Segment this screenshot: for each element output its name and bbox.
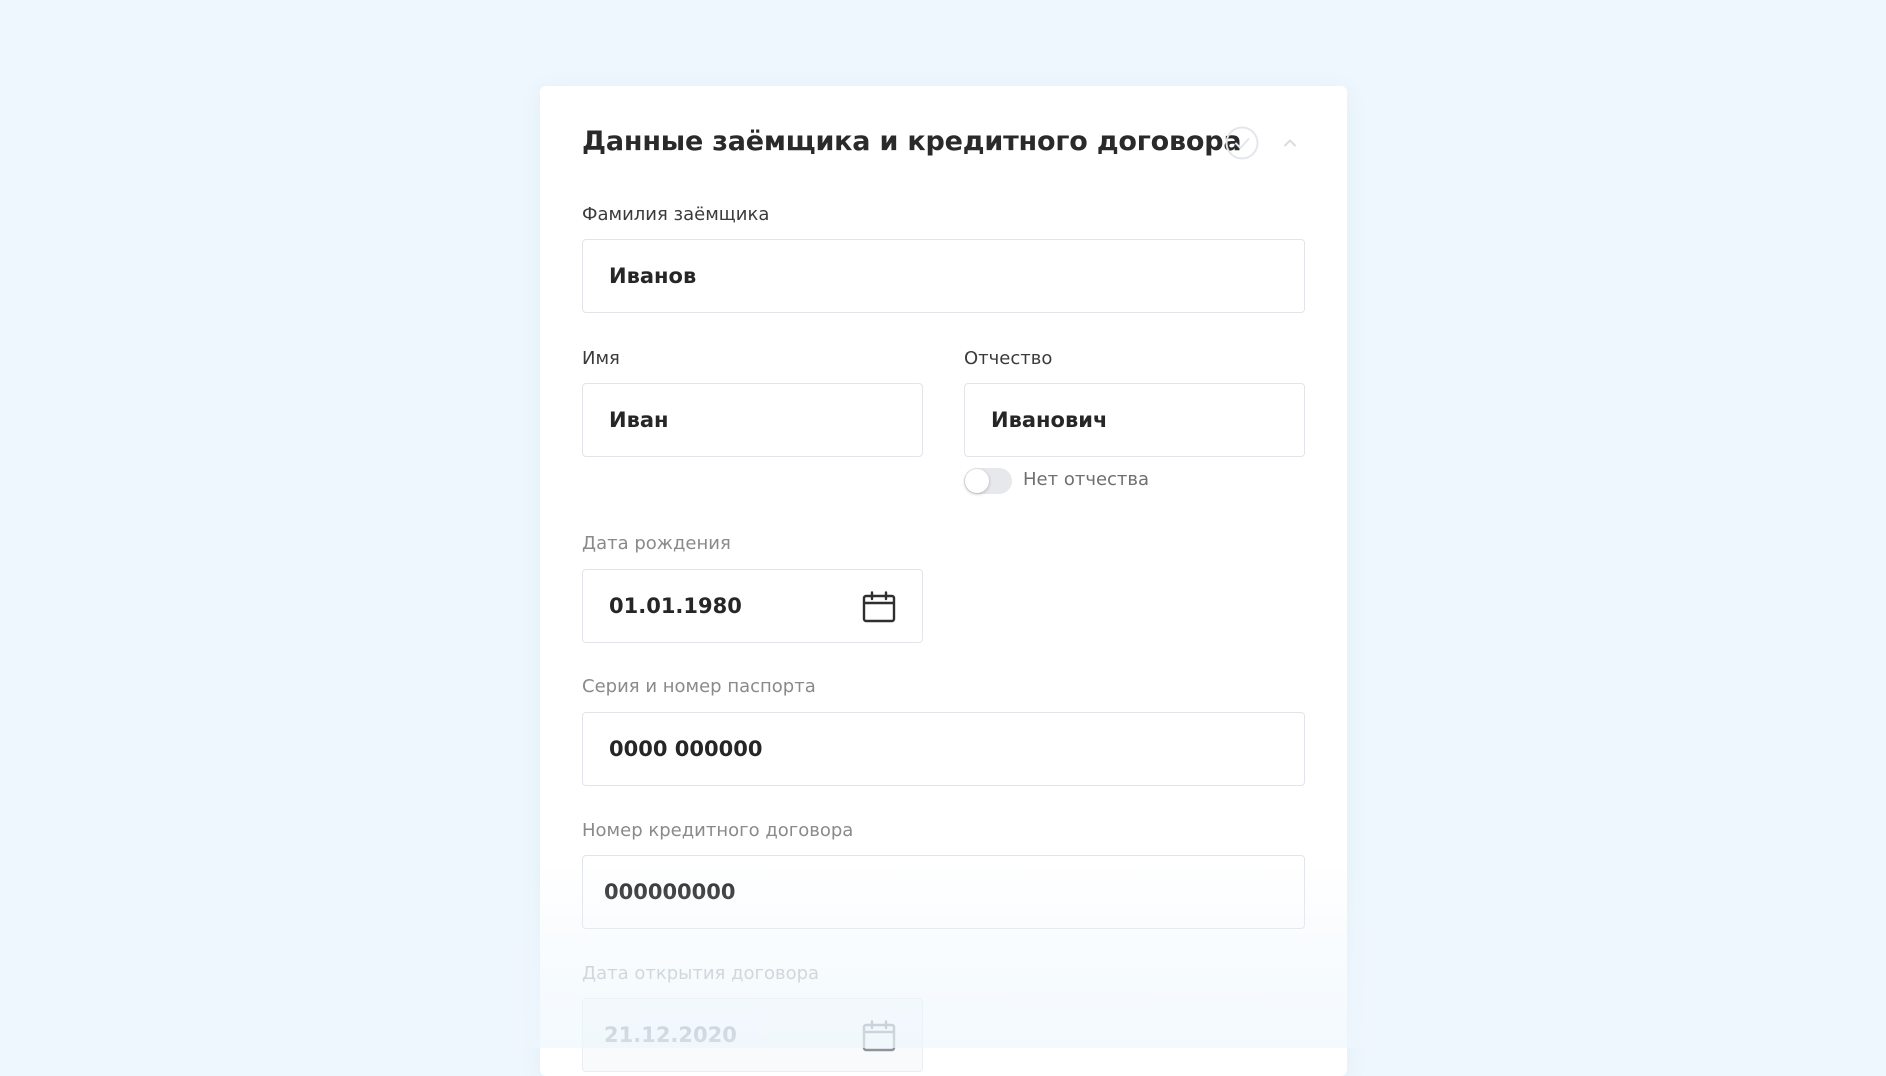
passport-label: Серия и номер паспорта xyxy=(582,676,816,697)
patronymic-label: Отчество xyxy=(964,348,1053,369)
toggle-knob xyxy=(965,469,989,493)
calendar-icon[interactable] xyxy=(862,1020,896,1052)
chevron-up-icon[interactable] xyxy=(1281,134,1299,152)
contract-number-label: Номер кредитного договора xyxy=(582,820,854,841)
surname-input[interactable]: Иванов xyxy=(582,239,1305,313)
surname-label: Фамилия заёмщика xyxy=(582,204,770,225)
form-title: Данные заёмщика и кредитного договора xyxy=(582,126,1242,157)
contract-open-date-input[interactable]: 21.12.2020 xyxy=(582,998,923,1072)
first-name-input[interactable]: Иван xyxy=(582,383,923,457)
contract-number-value: 000000000 xyxy=(604,880,736,904)
birth-date-input[interactable]: 01.01.1980 xyxy=(582,569,923,643)
patronymic-input[interactable]: Иванович xyxy=(964,383,1305,457)
birth-date-label: Дата рождения xyxy=(582,533,731,554)
passport-value: 0000 000000 xyxy=(609,737,763,761)
first-name-value: Иван xyxy=(609,408,669,432)
calendar-icon[interactable] xyxy=(862,591,896,623)
surname-value: Иванов xyxy=(609,264,697,288)
first-name-label: Имя xyxy=(582,348,620,369)
borrower-form-card: Данные заёмщика и кредитного договора Фа… xyxy=(540,86,1347,1076)
no-patronymic-toggle[interactable] xyxy=(964,468,1012,494)
check-circle-icon[interactable] xyxy=(1225,126,1259,160)
birth-date-value: 01.01.1980 xyxy=(609,594,742,618)
patronymic-value: Иванович xyxy=(991,408,1108,432)
no-patronymic-label: Нет отчества xyxy=(1023,469,1150,490)
contract-number-input[interactable]: 000000000 xyxy=(582,855,1305,929)
contract-open-date-value: 21.12.2020 xyxy=(604,1023,737,1047)
contract-open-date-label: Дата открытия договора xyxy=(582,963,820,984)
passport-input[interactable]: 0000 000000 xyxy=(582,712,1305,786)
